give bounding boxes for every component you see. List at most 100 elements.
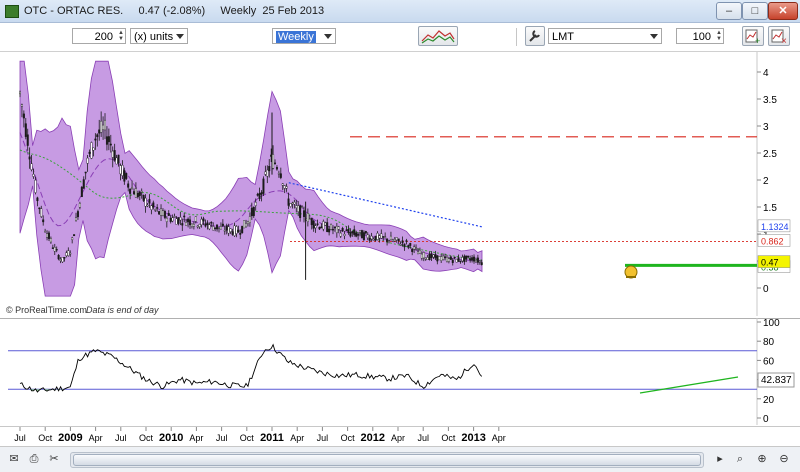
price-chart[interactable]: 43.532.521.510.50 1.13240.8620.380.47 © … xyxy=(0,52,800,316)
candle-body xyxy=(55,249,58,251)
minimize-button[interactable]: – xyxy=(716,2,742,20)
candle-body xyxy=(440,256,443,261)
add-indicator-icon: + xyxy=(745,29,760,46)
candle-body xyxy=(105,136,108,145)
candle-body xyxy=(364,231,367,234)
candle-body xyxy=(206,222,209,225)
candle-body xyxy=(208,224,211,230)
candle-body xyxy=(30,163,33,170)
candle-body xyxy=(223,230,226,232)
candle-body xyxy=(51,247,54,249)
candle-body xyxy=(136,193,139,198)
candle-body xyxy=(463,255,466,263)
scissors-icon[interactable]: ✂ xyxy=(46,451,62,467)
bars-spinner-icon[interactable]: ▲ ▼ xyxy=(715,30,722,42)
alert-bell-icon[interactable] xyxy=(624,265,638,279)
candle-body xyxy=(88,151,91,154)
zoom-in-icon[interactable]: ⊕ xyxy=(754,451,770,467)
candle-body xyxy=(469,258,472,261)
candle-body xyxy=(395,237,398,241)
close-button[interactable]: ✕ xyxy=(768,2,798,20)
candle-body xyxy=(264,171,267,175)
scrollbar-thumb[interactable] xyxy=(73,454,701,466)
candle-body xyxy=(277,172,280,175)
candle-body xyxy=(374,235,377,241)
maximize-button[interactable]: □ xyxy=(742,2,768,20)
candle-body xyxy=(229,228,232,232)
units-spinner-icon[interactable]: ▲ ▼ xyxy=(117,30,124,42)
candle-body xyxy=(235,226,238,234)
units-type-select[interactable]: (x) units xyxy=(130,28,188,44)
chart-style-button[interactable] xyxy=(418,26,458,46)
price-tick-label: 1.5 xyxy=(763,203,777,214)
candle-body xyxy=(393,239,396,242)
candle-body xyxy=(480,262,483,265)
candle-body xyxy=(285,186,288,189)
remove-indicator-button[interactable]: × xyxy=(768,26,790,47)
oscillator-panel[interactable]: 100806040200 42.837 xyxy=(0,318,800,425)
add-indicator-button[interactable]: + xyxy=(742,26,764,46)
candle-body xyxy=(295,205,298,209)
candle-body xyxy=(268,166,271,172)
candle-body xyxy=(146,204,149,207)
candle-body xyxy=(42,219,45,223)
print-icon[interactable]: ⎙ xyxy=(26,451,42,467)
candle-body xyxy=(148,199,151,204)
time-tick-label: Jul xyxy=(14,433,26,443)
candle-body xyxy=(326,222,329,233)
candle-body xyxy=(185,222,188,226)
candle-body xyxy=(409,243,412,246)
candle-body xyxy=(34,179,37,193)
candle-body xyxy=(169,217,172,222)
candle-body xyxy=(134,188,137,198)
candle-body xyxy=(461,257,464,262)
candle-body xyxy=(67,250,70,256)
candle-body xyxy=(357,234,360,236)
svg-text:×: × xyxy=(781,36,787,45)
chevron-down-icon xyxy=(176,34,184,39)
oscillator-chart[interactable]: 100806040200 42.837 xyxy=(0,318,800,425)
price-tick-label: 4 xyxy=(763,68,769,79)
candle-body xyxy=(202,218,205,222)
price-chart-panel[interactable]: 43.532.521.510.50 1.13240.8620.380.47 © … xyxy=(0,52,800,316)
candle-body xyxy=(401,240,404,243)
indicator-tool-button[interactable] xyxy=(525,26,545,46)
candle-body xyxy=(322,221,325,230)
zoom-fit-icon[interactable]: ⌕ xyxy=(732,451,748,467)
period-label: Weekly xyxy=(276,31,316,43)
candle-body xyxy=(154,209,157,211)
time-tick-label: Oct xyxy=(139,433,154,443)
osc-tick-label: 100 xyxy=(763,318,780,329)
source-credit: © ProRealTime.com xyxy=(6,305,87,315)
candle-body xyxy=(376,232,379,240)
period-select[interactable]: Weekly xyxy=(272,28,336,44)
candle-body xyxy=(254,202,257,206)
candle-body xyxy=(19,91,22,95)
candle-body xyxy=(22,113,25,119)
zoom-out-icon[interactable]: ⊖ xyxy=(776,451,792,467)
candle-body xyxy=(444,256,447,258)
candle-body xyxy=(32,174,35,177)
bars-count-input[interactable]: 100 ▲ ▼ xyxy=(676,28,724,44)
candle-body xyxy=(299,205,302,218)
time-scrollbar[interactable] xyxy=(70,452,704,468)
candle-body xyxy=(407,245,410,248)
candle-body xyxy=(121,165,124,176)
indicator-select[interactable]: LMT xyxy=(548,28,662,44)
candle-body xyxy=(38,207,41,210)
candle-body xyxy=(171,217,174,222)
price-tick-label: 3 xyxy=(763,122,769,133)
candle-body xyxy=(125,173,128,179)
osc-tick-label: 60 xyxy=(763,356,775,367)
candle-body xyxy=(158,211,161,215)
units-count-input[interactable]: 200 ▲ ▼ xyxy=(72,28,126,44)
candle-body xyxy=(434,253,437,259)
email-icon[interactable]: ✉ xyxy=(6,451,22,467)
candle-body xyxy=(447,258,450,262)
candle-body xyxy=(246,221,249,224)
candle-body xyxy=(478,261,481,263)
scroll-right-icon[interactable]: ▸ xyxy=(712,451,728,467)
candle-body xyxy=(335,225,338,234)
candle-body xyxy=(442,255,445,260)
candle-body xyxy=(47,232,50,239)
